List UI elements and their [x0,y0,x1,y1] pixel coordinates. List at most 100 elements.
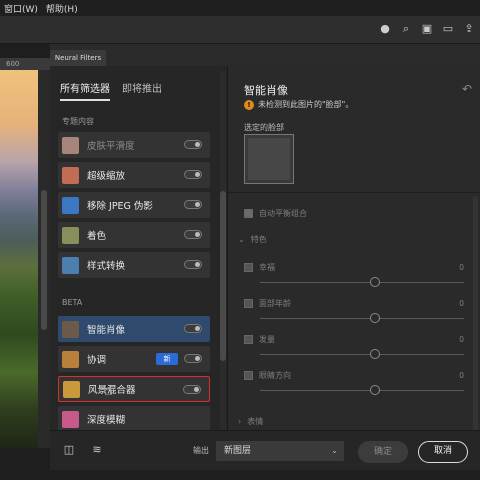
output-label: 输出 [193,446,209,455]
facial-age-track[interactable] [260,313,464,323]
layout-icon[interactable]: ▭ [441,22,455,36]
eye-direction-label: 眼睛方向 [259,371,291,380]
filter-label: 着色 [87,231,107,242]
landscape-mixer-thumb [63,380,80,398]
filters-scrollbar[interactable] [220,71,226,435]
tab-all-filters[interactable]: 所有筛选器 [60,80,110,101]
eye-direction-checkbox[interactable] [244,371,253,380]
menu-window[interactable]: 窗口(W) [4,2,38,15]
face-warning: ! 未检测到此图片的"脸部"。 [244,99,353,110]
filters-panel: 所有筛选器 即将推出 专题内容 皮肤平滑度 超级缩放 移除 JPEG 伪影 着色… [50,66,228,442]
section-beta: BETA [62,298,83,307]
eye-direction-track[interactable] [260,385,464,395]
bottom-bar: ◫ ≋ 输出 新图层 ⌄ 确定 取消 [50,430,480,470]
toggle-smart-portrait[interactable] [184,324,202,333]
chevron-down-icon: ⌄ [331,446,338,455]
ok-button[interactable]: 确定 [358,441,408,463]
happiness-label: 幸福 [259,263,275,272]
style-transfer-thumb [62,256,79,274]
layers-icon[interactable]: ≋ [90,443,104,457]
menu-help[interactable]: 帮助(H) [46,2,78,15]
facial-age-checkbox[interactable] [244,299,253,308]
filter-label: 皮肤平滑度 [87,141,135,152]
search-icon[interactable]: ⌕ [399,22,413,36]
hair-value: 0 [459,335,464,344]
filter-label: 深度模糊 [87,415,126,426]
filter-colorize[interactable]: 着色 [58,222,210,248]
facial-age-value: 0 [459,299,464,308]
filter-label: 样式转换 [87,261,126,272]
happiness-value: 0 [459,263,464,272]
compare-icon[interactable]: ◫ [62,443,76,457]
ruler: 600 [0,58,50,70]
filter-label: 智能肖像 [87,325,126,336]
slider-facial-age: 面部年龄 0 [244,298,464,323]
featured-section-label: 特色 [250,235,267,244]
user-icon[interactable]: ● [378,22,392,36]
toggle-harmonization[interactable] [184,354,202,363]
toggle-jpeg-artifacts[interactable] [184,200,202,209]
happiness-checkbox[interactable] [244,263,253,272]
cancel-button[interactable]: 取消 [418,441,468,463]
slider-happiness: 幸福 0 [244,262,464,287]
filter-smart-portrait[interactable]: 智能肖像 [58,316,210,342]
canvas-scrollbar[interactable] [38,70,50,448]
canvas-scroll-thumb[interactable] [41,190,47,330]
selected-face-box[interactable] [244,134,294,184]
happiness-track[interactable] [260,277,464,287]
tab-coming-soon[interactable]: 即将推出 [122,80,162,101]
status-bar [0,470,480,480]
filter-style-transfer[interactable]: 样式转换 [58,252,210,278]
hair-label: 发量 [259,335,275,344]
filter-label: 移除 JPEG 伪影 [87,201,153,212]
happiness-knob[interactable] [370,277,380,287]
section-featured: 专题内容 [62,117,94,126]
selected-face-label: 选定的脸部 [244,123,284,132]
output-select[interactable]: 新图层 ⌄ [216,441,344,461]
auto-balance-row[interactable]: 自动平衡组合 [244,208,307,219]
facial-age-label: 面部年龄 [259,299,291,308]
filters-scroll-thumb[interactable] [220,191,226,361]
filter-depth-blur[interactable]: 深度模糊 [58,406,210,432]
toggle-landscape-mixer[interactable] [183,385,201,394]
auto-balance-checkbox[interactable] [244,209,253,218]
toggle-skin-smoothing[interactable] [184,140,202,149]
harmonization-thumb [62,350,79,368]
filter-label: 协调 [87,355,107,366]
filter-landscape-mixer[interactable]: 风景混合器 [58,376,210,402]
warning-icon: ! [244,99,254,110]
hair-track[interactable] [260,349,464,359]
facial-age-knob[interactable] [370,313,380,323]
share-icon[interactable]: ⇪ [462,22,476,36]
filter-harmonization[interactable]: 协调 新 [58,346,210,372]
hair-checkbox[interactable] [244,335,253,344]
warning-text: 未检测到此图片的"脸部"。 [258,100,354,109]
divider [228,192,480,193]
expression-section-label: 表情 [247,417,264,426]
canvas-photo [0,70,38,448]
expression-section-header[interactable]: › 表情 [238,416,263,427]
filter-jpeg-artifacts[interactable]: 移除 JPEG 伪影 [58,192,210,218]
toggle-colorize[interactable] [184,230,202,239]
settings-panel: 智能肖像 ↶ ! 未检测到此图片的"脸部"。 选定的脸部 自动平衡组合 ⌄ 特色… [228,66,480,442]
featured-section-header[interactable]: ⌄ 特色 [238,234,267,245]
filter-skin-smoothing[interactable]: 皮肤平滑度 [58,132,210,158]
app-toolbar: ● ⌕ ▣ ▭ ⇪ [0,16,480,44]
eye-direction-value: 0 [459,371,464,380]
slider-eye-direction: 眼睛方向 0 [244,370,464,395]
frame-icon[interactable]: ▣ [420,22,434,36]
slider-hair: 发量 0 [244,334,464,359]
hair-knob[interactable] [370,349,380,359]
new-badge: 新 [156,353,178,365]
depth-blur-thumb [62,410,79,428]
smart-portrait-thumb [62,320,79,338]
output-value: 新图层 [224,446,252,456]
neural-filters-tab[interactable]: Neural Filters [50,50,106,66]
settings-scrollbar[interactable] [473,196,478,436]
filter-super-zoom[interactable]: 超级缩放 [58,162,210,188]
jpeg-artifacts-thumb [62,196,79,214]
toggle-style-transfer[interactable] [184,260,202,269]
reset-icon[interactable]: ↶ [462,82,472,96]
toggle-super-zoom[interactable] [184,170,202,179]
eye-direction-knob[interactable] [370,385,380,395]
